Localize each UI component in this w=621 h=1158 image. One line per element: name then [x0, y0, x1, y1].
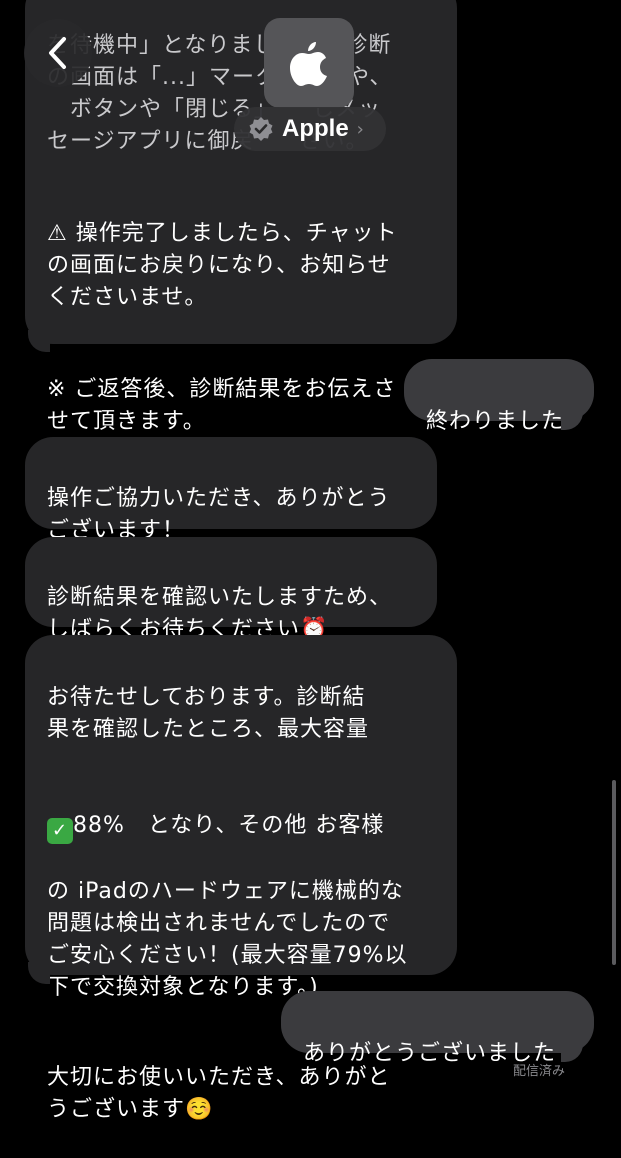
message-text: の iPadのハードウェアに機械的な 問題は検出されませんでしたので ご安心くだ… — [47, 879, 408, 1000]
bubble-tail — [561, 408, 583, 430]
contact-name-pill[interactable]: Apple › — [234, 107, 386, 151]
chevron-right-icon: › — [356, 118, 364, 140]
message-text: お待たせしております。診断結 果を確認したところ、最大容量 — [47, 685, 370, 742]
message-text: ※ ご返答後、診断結果をお伝えさ せて頂きます。 — [47, 377, 397, 434]
message-text: ⚠ 操作完了しましたら、チャット の画面にお戻りになり、お知らせ くださいませ。 — [47, 221, 398, 310]
message-bubble-incoming[interactable]: 診断結果を確認いたしますため、 しばらくお待ちください⏰ — [25, 537, 437, 642]
message-bubble-outgoing[interactable]: ありがとうございました — [281, 991, 594, 1066]
chevron-left-icon — [49, 37, 66, 69]
verified-badge-icon — [249, 117, 273, 141]
message-line: ✓ 88% となり、その他 お客様 — [47, 778, 435, 844]
message-text: 終わりました — [426, 409, 565, 434]
message-bubble-incoming[interactable]: 操作ご協力いただき、ありがとう ございます！ — [25, 437, 437, 543]
bubble-tail — [28, 330, 50, 352]
contact-name: Apple — [282, 115, 349, 142]
bubble-tail — [28, 962, 50, 984]
scrollbar[interactable] — [612, 780, 616, 965]
delivery-status: 配信済み — [512, 1064, 565, 1079]
message-text: 88% となり、その他 お客様 — [73, 813, 385, 838]
bubble-tail — [561, 1040, 583, 1062]
message-bubble-incoming[interactable]: お待たせしております。診断結 果を確認したところ、最大容量 ✓ 88% となり、そ… — [25, 635, 457, 1122]
check-mark-icon: ✓ — [47, 818, 73, 844]
contact-avatar[interactable] — [264, 18, 354, 108]
apple-logo-icon — [290, 42, 327, 86]
back-button[interactable] — [24, 19, 92, 87]
